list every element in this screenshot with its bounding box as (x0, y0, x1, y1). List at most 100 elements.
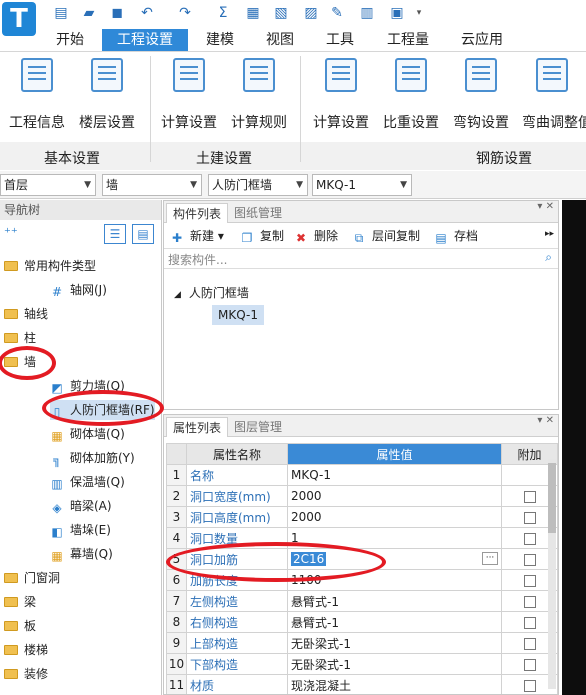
property-value[interactable]: 无卧梁式-1 (287, 632, 502, 654)
table-row[interactable]: 1 名称 MKQ-1 (166, 464, 558, 486)
open-folder-icon[interactable]: ▰ (80, 4, 98, 22)
redo-icon[interactable]: ↷ (176, 4, 194, 22)
tab-project-settings[interactable]: 工程设置 (102, 29, 188, 51)
grid-icon[interactable]: ▥ (358, 4, 376, 22)
pin-icon[interactable]: ▾ ✕ (537, 201, 554, 212)
nav-item-axis-grid[interactable]: # 轴网(J) (50, 280, 107, 300)
component-select[interactable]: MKQ-1 ▼ (312, 174, 412, 196)
property-value-input[interactable]: 2C16 (291, 552, 327, 566)
property-value[interactable]: 2000 (287, 506, 502, 528)
table-row[interactable]: 7 左侧构造 悬臂式-1 (166, 590, 558, 612)
list-view-icon[interactable]: ☰ (104, 224, 126, 244)
table-row[interactable]: 9 上部构造 无卧梁式-1 (166, 632, 558, 654)
component-tree-item[interactable]: MKQ-1 (212, 305, 264, 325)
tab-modeling[interactable]: 建模 (196, 29, 244, 51)
pin-icon[interactable]: ▾ ✕ (537, 415, 554, 426)
tab-start[interactable]: 开始 (46, 29, 94, 51)
property-value[interactable]: 2000 (287, 485, 502, 507)
archive-button[interactable]: ▤ 存档 (434, 226, 478, 246)
component-tree-parent[interactable]: ◢ 人防门框墙 (174, 283, 249, 303)
nav-item-shear-wall[interactable]: ◩ 剪力墙(Q) (50, 376, 124, 396)
nav-item-axis[interactable]: 轴线 (4, 304, 48, 324)
property-value[interactable]: 无卧梁式-1 (287, 653, 502, 675)
tree-view-icon[interactable]: ▤ (132, 224, 154, 244)
customize-dropdown-icon[interactable]: ▾ (410, 4, 428, 22)
compare-icon[interactable]: ▨ (302, 4, 320, 22)
nav-item-masonry-rebar[interactable]: ╗ 砌体加筋(Y) (50, 448, 134, 468)
hook-settings-button[interactable]: 弯钩设置 (446, 56, 516, 134)
floor-settings-button[interactable]: 楼层设置 (72, 56, 142, 134)
tab-cloud[interactable]: 云应用 (452, 29, 512, 51)
project-info-button[interactable]: 工程信息 (2, 56, 72, 134)
scrollbar-thumb[interactable] (548, 463, 556, 533)
property-value[interactable]: MKQ-1 (287, 464, 502, 486)
rebar-calc-settings-button[interactable]: 计算设置 (306, 56, 376, 134)
attach-checkbox[interactable] (523, 553, 536, 566)
copy-button[interactable]: ❐ 复制 (240, 226, 284, 246)
tab-component-list[interactable]: 构件列表 (166, 203, 229, 223)
nav-item-column[interactable]: 柱 (4, 328, 36, 348)
tab-layer-management[interactable]: 图层管理 (228, 417, 288, 437)
nav-item-masonry-wall[interactable]: ▦ 砌体墙(Q) (50, 424, 124, 444)
nav-item-insulation-wall[interactable]: ▥ 保温墙(Q) (50, 472, 124, 492)
tab-drawing-management[interactable]: 图纸管理 (228, 203, 288, 223)
nav-item-slab[interactable]: 板 (4, 616, 36, 636)
vertical-scrollbar[interactable] (548, 459, 556, 689)
attach-checkbox[interactable] (523, 616, 536, 629)
edit-icon[interactable]: ✎ (328, 4, 346, 22)
attach-checkbox[interactable] (523, 511, 536, 524)
table-row[interactable]: 6 加筋长度 1100 (166, 569, 558, 591)
property-value-editor[interactable]: 2C16 ··· (287, 548, 502, 570)
calc-rules-button[interactable]: 计算规则 (224, 56, 294, 134)
tab-quantity[interactable]: 工程量 (378, 29, 438, 51)
component-subtype-select[interactable]: 人防门框墙 ▼ (208, 174, 308, 196)
tab-view[interactable]: 视图 (256, 29, 304, 51)
undo-icon[interactable]: ↶ (138, 4, 156, 22)
table-row[interactable]: 11 材质 现浇混凝土 (166, 674, 558, 694)
civil-calc-settings-button[interactable]: 计算设置 (154, 56, 224, 134)
table-row[interactable]: 3 洞口高度(mm) 2000 (166, 506, 558, 528)
attach-checkbox[interactable] (523, 532, 536, 545)
nav-item-door-window[interactable]: 门窗洞 (4, 568, 60, 588)
table-row-selected[interactable]: 5 洞口加筋 2C16 ··· (166, 548, 558, 570)
density-settings-button[interactable]: 比重设置 (376, 56, 446, 134)
floor-select[interactable]: 首层 ▼ (0, 174, 96, 196)
expand-all-icon[interactable]: ⁺⁺ (4, 226, 18, 241)
property-value[interactable]: 1100 (287, 569, 502, 591)
table-row[interactable]: 10 下部构造 无卧梁式-1 (166, 653, 558, 675)
new-file-icon[interactable]: ▤ (52, 4, 70, 22)
drawing-canvas[interactable] (562, 200, 586, 695)
attach-checkbox[interactable] (523, 574, 536, 587)
tab-tools[interactable]: 工具 (316, 29, 364, 51)
attach-checkbox[interactable] (523, 490, 536, 503)
collapse-icon[interactable]: ◢ (174, 290, 181, 300)
tab-property-list[interactable]: 属性列表 (166, 417, 229, 437)
nav-item-beam[interactable]: 梁 (4, 592, 36, 612)
attach-checkbox[interactable] (523, 595, 536, 608)
property-value[interactable]: 悬臂式-1 (287, 590, 502, 612)
new-button[interactable]: ✚ 新建 ▾ (170, 226, 224, 246)
sum-icon[interactable]: Σ (214, 4, 232, 22)
property-value[interactable]: 现浇混凝土 (287, 674, 502, 694)
table-row[interactable]: 8 右侧构造 悬臂式-1 (166, 611, 558, 633)
component-search-field[interactable]: 搜索构件... ⌕ (164, 249, 558, 269)
search-icon[interactable]: ⌕ (545, 250, 552, 265)
component-type-select[interactable]: 墙 ▼ (102, 174, 202, 196)
table-row[interactable]: 4 洞口数量 1 (166, 527, 558, 549)
more-icon[interactable]: ▸▸ (545, 229, 554, 239)
attach-checkbox[interactable] (523, 658, 536, 671)
report-icon[interactable]: ▦ (244, 4, 262, 22)
attach-checkbox[interactable] (523, 679, 536, 692)
property-value[interactable]: 悬臂式-1 (287, 611, 502, 633)
ellipsis-button[interactable]: ··· (482, 552, 498, 565)
attach-checkbox[interactable] (523, 637, 536, 650)
nav-item-decoration[interactable]: 装修 (4, 664, 48, 684)
nav-item-common[interactable]: 常用构件类型 (4, 256, 96, 276)
nav-item-wall-pier[interactable]: ◧ 墙垛(E) (50, 520, 111, 540)
nav-item-civil-defense-door-wall[interactable]: ▯ 人防门框墙(RF) (50, 400, 155, 420)
delete-button[interactable]: ✖ 删除 (294, 226, 338, 246)
nav-item-wall[interactable]: 墙 (4, 352, 36, 372)
export-icon[interactable]: ▣ (388, 4, 406, 22)
nav-item-curtain-wall[interactable]: ▦ 幕墙(Q) (50, 544, 112, 564)
copy-between-floors-button[interactable]: ⧉ 层间复制 (352, 226, 420, 246)
